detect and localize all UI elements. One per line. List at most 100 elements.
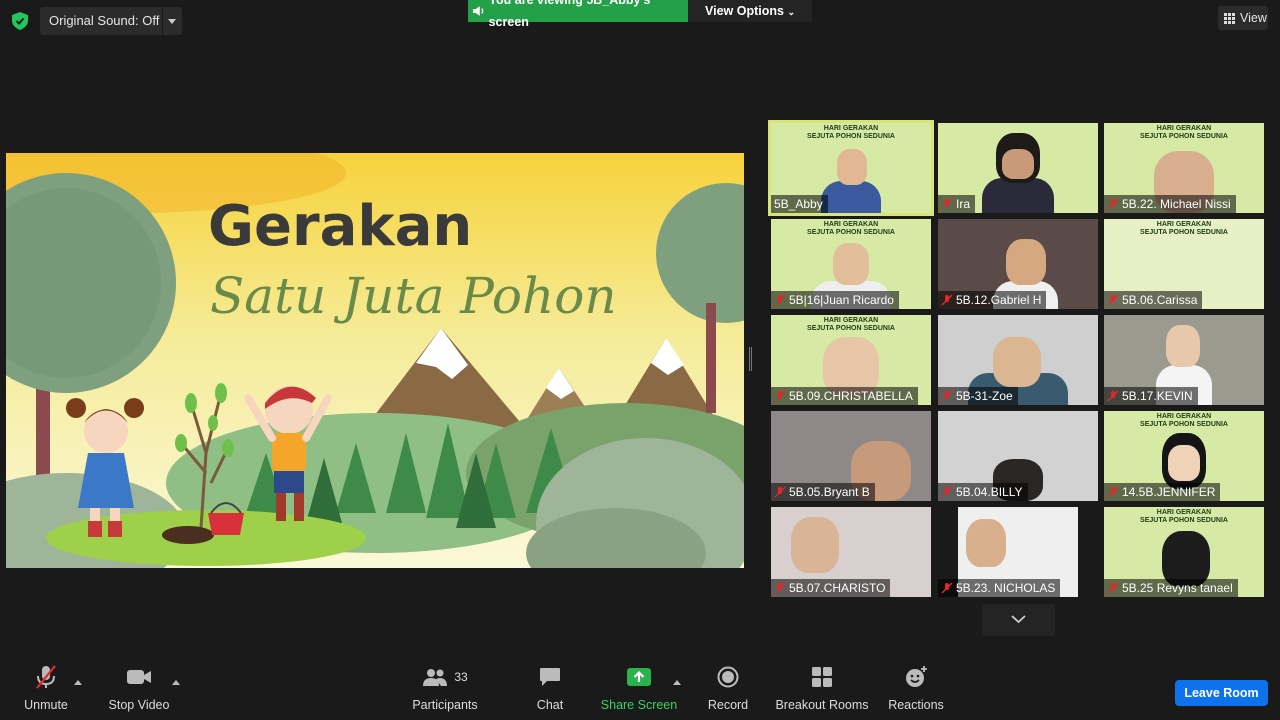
share-options-caret[interactable] [673,680,681,685]
participant-tile[interactable]: HARI GERAKAN SEJUTA POHON SEDUNIA 5B_Abby [768,120,934,216]
shared-screen[interactable]: Gerakan Satu Juta Pohon [6,153,744,568]
participant-name-label: 5B.05.Bryant B [771,483,875,501]
reactions-button[interactable]: Reactions [886,662,946,712]
participant-tile[interactable]: Ira [938,123,1098,213]
panel-resize-handle[interactable] [749,347,752,371]
participant-name: 5B|16|Juan Ricardo [789,293,894,307]
gallery-grid: HARI GERAKAN SEJUTA POHON SEDUNIA 5B_Abby… [768,120,1268,600]
participant-tile[interactable]: 5B.07.CHARISTO [771,507,931,597]
tile-banner: HARI GERAKAN SEJUTA POHON SEDUNIA [1104,125,1264,141]
original-sound-button[interactable]: Original Sound: Off [40,7,162,35]
chat-label: Chat [536,698,564,712]
tile-banner-line2: SEJUTA POHON SEDUNIA [807,133,895,140]
security-shield-icon[interactable] [12,12,28,30]
original-sound-dropdown[interactable] [163,7,182,35]
participant-tile[interactable]: HARI GERAKAN SEJUTA POHON SEDUNIA 14.5B.J… [1104,411,1264,501]
participant-tile[interactable]: HARI GERAKAN SEJUTA POHON SEDUNIA 5B|16|J… [771,219,931,309]
view-button-label: View [1240,11,1267,25]
tile-banner-line1: HARI GERAKAN [1156,413,1212,420]
participant-name: 5B-31-Zoe [956,389,1013,403]
breakout-rooms-label: Breakout Rooms [775,698,869,712]
tile-banner-line2: SEJUTA POHON SEDUNIA [1140,229,1228,236]
participant-tile[interactable]: 5B.23. NICHOLAS [938,507,1098,597]
participant-name-label: 5B.04.BILLY [938,483,1028,501]
participant-tile[interactable]: 5B.04.BILLY [938,411,1098,501]
participant-tile[interactable]: 5B.17.KEVIN [1104,315,1264,405]
record-icon [717,666,739,688]
participant-name: 5B_Abby [774,197,823,211]
muted-mic-icon [941,390,953,402]
tile-banner: HARI GERAKAN SEJUTA POHON SEDUNIA [771,317,931,333]
speaker-icon [472,6,484,16]
view-button[interactable]: View [1218,6,1268,30]
participant-name: 5B.23. NICHOLAS [956,581,1056,595]
viewing-banner-text: You are viewing 5B_Abby's screen [488,0,651,29]
participant-name-label: 5B_Abby [771,195,828,213]
participant-name-label: 5B-31-Zoe [938,387,1018,405]
participant-name: Ira [956,197,971,211]
tile-banner: HARI GERAKAN SEJUTA POHON SEDUNIA [771,221,931,237]
muted-mic-icon [1107,198,1119,210]
participant-tile[interactable]: 5B-31-Zoe [938,315,1098,405]
participant-name: 14.5B.JENNIFER [1122,485,1216,499]
shared-subtitle: Satu Juta Pohon [210,267,617,325]
video-camera-icon [127,670,151,684]
share-screen-button[interactable]: Share Screen [600,662,678,712]
video-options-caret[interactable] [172,680,180,685]
participants-button[interactable]: 33 Participants [410,662,480,712]
muted-mic-icon [941,486,953,498]
participant-name: 5B.12.Gabriel H [956,293,1042,307]
participants-label: Participants [412,698,478,712]
tile-banner-line2: SEJUTA POHON SEDUNIA [807,229,895,236]
record-button[interactable]: Record [703,662,753,712]
muted-mic-icon [941,582,953,594]
participant-name: 5B.09.CHRISTABELLA [789,389,913,403]
muted-mic-icon [1107,486,1119,498]
muted-mic-icon [1107,294,1119,306]
participants-count: 33 [454,670,468,684]
tile-banner-line2: SEJUTA POHON SEDUNIA [807,325,895,332]
unmute-label: Unmute [24,698,68,712]
muted-mic-icon [774,582,786,594]
muted-mic-icon [1107,390,1119,402]
participant-name-label: 5B.17.KEVIN [1104,387,1198,405]
shared-title: Gerakan [208,194,472,259]
participant-name-label: 5B.07.CHARISTO [771,579,891,597]
muted-mic-icon [774,390,786,402]
participant-name: 5B.04.BILLY [956,485,1023,499]
participant-tile[interactable]: HARI GERAKAN SEJUTA POHON SEDUNIA 5B.06.C… [1104,219,1264,309]
grid-view-icon [1224,12,1235,24]
tile-banner-line1: HARI GERAKAN [823,221,879,228]
participant-name-label: 5B.25 Revyns tanael [1104,579,1238,597]
muted-mic-icon [941,294,953,306]
stop-video-button[interactable]: Stop Video [104,662,174,712]
tile-banner-line2: SEJUTA POHON SEDUNIA [1140,517,1228,524]
participant-name-label: Ira [938,195,976,213]
participant-name: 5B.06.Carissa [1122,293,1198,307]
tile-banner: HARI GERAKAN SEJUTA POHON SEDUNIA [1104,221,1264,237]
participant-name: 5B.22. Michael Nissi [1122,197,1231,211]
chat-button[interactable]: Chat [525,662,575,712]
next-page-button[interactable] [982,604,1055,636]
unmute-button[interactable]: Unmute [16,662,76,712]
muted-mic-icon [774,294,786,306]
participant-tile[interactable]: HARI GERAKAN SEJUTA POHON SEDUNIA 5B.22. … [1104,123,1264,213]
viewing-screen-banner: You are viewing 5B_Abby's screen [468,0,688,29]
view-options-button[interactable]: View Options ⌄ [688,0,812,22]
share-screen-label: Share Screen [600,698,678,712]
view-options-label: View Options [705,4,784,18]
breakout-rooms-button[interactable]: Breakout Rooms [772,662,872,712]
muted-mic-icon [941,198,953,210]
audio-options-caret[interactable] [74,680,82,685]
tile-banner-line1: HARI GERAKAN [1156,221,1212,228]
participant-tile[interactable]: HARI GERAKAN SEJUTA POHON SEDUNIA 5B.25 R… [1104,507,1264,597]
participant-tile[interactable]: HARI GERAKAN SEJUTA POHON SEDUNIA 5B.09.C… [771,315,931,405]
tile-banner: HARI GERAKAN SEJUTA POHON SEDUNIA [1104,509,1264,525]
participant-tile[interactable]: 5B.05.Bryant B [771,411,931,501]
shared-screen-illustration: Gerakan Satu Juta Pohon [6,153,744,568]
tile-banner-line1: HARI GERAKAN [1156,509,1212,516]
participants-icon [423,669,448,686]
participant-tile[interactable]: 5B.12.Gabriel H [938,219,1098,309]
muted-mic-icon [1107,582,1119,594]
leave-room-button[interactable]: Leave Room [1175,680,1268,706]
